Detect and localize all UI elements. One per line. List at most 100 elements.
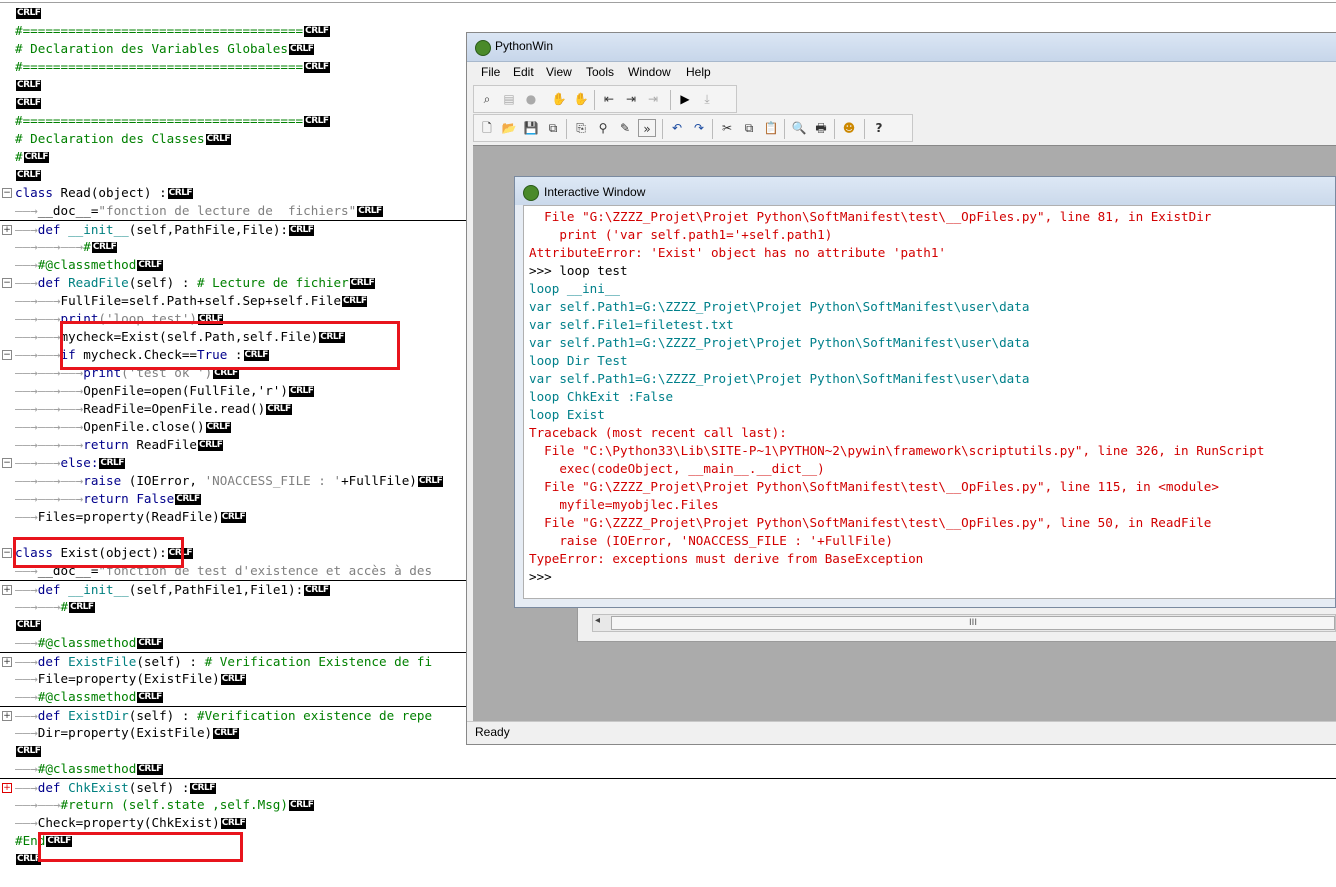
code-line[interactable]: + ——→def ChkExist(self) : CRLF [0, 778, 1336, 796]
step-over-icon[interactable]: ⇥ [622, 90, 640, 108]
status-bar: Ready [467, 721, 1336, 744]
horizontal-scrollbar[interactable]: ◂ III [592, 614, 1336, 632]
toolbar-separator [594, 90, 595, 110]
step-out-icon[interactable]: ⇥ [644, 90, 662, 108]
code-line-text: ——→——→# CRLF [15, 598, 95, 616]
fold-expand-icon[interactable]: + [2, 225, 12, 235]
crlf-marker: CRLF [137, 638, 163, 649]
code-token: #@classmethod [37, 689, 137, 704]
highlight-box-mycheck [60, 321, 400, 370]
output-line: raise (IOError, 'NOACCESS_FILE : '+FullF… [529, 533, 893, 548]
code-line-text: ——→__doc__="fonction de lecture de fichi… [15, 202, 383, 220]
crlf-marker: CRLF [175, 494, 201, 505]
menu-tools[interactable]: Tools [586, 65, 614, 79]
python-snake-icon [475, 40, 491, 56]
stack-icon[interactable]: ▤ [500, 90, 518, 108]
crlf-marker: CRLF [167, 188, 194, 199]
watch-icon[interactable]: ⌕ [478, 90, 496, 108]
new-file-icon[interactable]: 🗋 [478, 119, 496, 137]
code-token: __init__ [68, 222, 129, 237]
scrollbar-thumb[interactable]: III [611, 616, 1335, 630]
open-folder-icon[interactable]: 📂 [500, 119, 518, 137]
fold-expand-icon[interactable]: + [2, 657, 12, 667]
go-icon[interactable]: ▶ [676, 90, 694, 108]
breakpoint-icon[interactable]: ● [522, 90, 540, 108]
code-line[interactable]: ——→Check=property(ChkExist) CRLF [0, 814, 1336, 832]
help-icon[interactable]: ? [870, 119, 888, 137]
code-line-text: ——→——→——→# CRLF [15, 238, 118, 256]
find-icon[interactable]: ⚲ [594, 119, 612, 137]
interactive-window-titlebar[interactable]: Interactive Window [515, 177, 1335, 205]
copy-icon[interactable]: ⧉ [740, 119, 758, 137]
code-token: ——→——→ [15, 329, 61, 344]
code-line-text: ——→File=property(ExistFile) CRLF [15, 670, 247, 688]
code-token: OpenFile.close() [83, 419, 205, 434]
browser-icon[interactable]: ☻ [840, 119, 858, 137]
code-line[interactable]: ——→——→#return (self.state ,self.Msg) CRLF [0, 796, 1336, 814]
scroll-left-icon[interactable]: ◂ [595, 615, 600, 626]
crlf-marker: CRLF [220, 818, 247, 829]
undo-icon[interactable]: ↶ [668, 119, 686, 137]
code-token: (self,PathFile,File): [128, 222, 288, 237]
code-token: ——→——→——→ [15, 239, 84, 254]
code-token: __doc__= [37, 203, 99, 218]
crlf-marker: CRLF [99, 458, 125, 469]
code-token: return [83, 437, 137, 452]
code-line-text: ——→——→——→OpenFile.close() CRLF [15, 418, 231, 436]
save-icon[interactable]: 💾 [522, 119, 540, 137]
step-in-icon[interactable]: ⇤ [600, 90, 618, 108]
code-token: +FullFile) [341, 473, 417, 488]
fold-collapse-icon[interactable]: − [2, 188, 12, 198]
hand-icon[interactable]: ✋ [550, 90, 568, 108]
code-token: def [37, 654, 69, 669]
crlf-marker: CRLF [304, 116, 330, 127]
code-token: # [83, 239, 91, 254]
close-debugger-icon[interactable]: ⤓ [698, 90, 716, 108]
output-line: var self.Path1=G:\ZZZZ_Projet\Projet Pyt… [529, 299, 1030, 314]
toolbar-separator [712, 119, 713, 139]
output-line: File "G:\ZZZZ_Projet\Projet Python\SoftM… [529, 209, 1212, 224]
paste-icon[interactable]: 📋 [762, 119, 780, 137]
background-editor-window[interactable]: ◂ III [577, 608, 1336, 642]
fold-expand-icon[interactable]: + [2, 783, 12, 793]
save-all-icon[interactable]: ⧉ [544, 119, 562, 137]
code-token: # [60, 599, 69, 614]
fold-collapse-icon[interactable]: − [2, 350, 12, 360]
fold-collapse-icon[interactable]: − [2, 278, 12, 288]
code-line-text: class Read(object) : CRLF [15, 184, 194, 202]
menu-help[interactable]: Help [686, 65, 711, 79]
code-token: ——→ [15, 761, 38, 776]
redo-icon[interactable]: ↷ [690, 119, 708, 137]
pythonwin-titlebar[interactable]: PythonWin [467, 33, 1336, 62]
code-token: ——→——→ [15, 455, 61, 470]
code-token: ——→——→——→ [15, 419, 84, 434]
code-token: def [37, 582, 69, 597]
print-preview-icon[interactable]: 🔍 [790, 119, 808, 137]
code-token: OpenFile=open(FullFile,'r') [83, 383, 288, 398]
code-token: class [15, 185, 61, 200]
crlf-marker: CRLF [220, 674, 247, 685]
code-token: 'NOACCESS_FILE : ' [204, 473, 342, 488]
fold-expand-icon[interactable]: + [2, 711, 12, 721]
code-token: (self) : [128, 708, 198, 723]
interactive-window[interactable]: Interactive Window File "G:\ZZZZ_Projet\… [514, 176, 1336, 608]
menu-edit[interactable]: Edit [513, 65, 534, 79]
menu-file[interactable]: File [481, 65, 500, 79]
clear-breakpoints-icon[interactable]: ✋ [572, 90, 590, 108]
output-line: >>> loop test [529, 263, 628, 278]
more-icon[interactable]: » [638, 119, 656, 137]
fold-collapse-icon[interactable]: − [2, 458, 12, 468]
menu-window[interactable]: Window [628, 65, 671, 79]
fold-expand-icon[interactable]: + [2, 585, 12, 595]
cut-icon[interactable]: ✂ [718, 119, 736, 137]
crlf-marker: CRLF [137, 692, 163, 703]
edit-icon[interactable]: ✎ [616, 119, 634, 137]
code-line[interactable]: CRLF [0, 4, 1336, 22]
fold-collapse-icon[interactable]: − [2, 548, 12, 558]
copy-path-icon[interactable]: ⎘ [572, 119, 590, 137]
interactive-output[interactable]: File "G:\ZZZZ_Projet\Projet Python\SoftM… [523, 205, 1335, 599]
menu-view[interactable]: View [546, 65, 572, 79]
print-icon[interactable]: 🖶 [812, 119, 830, 137]
code-token: ——→ [15, 257, 38, 272]
code-line[interactable]: ——→#@classmethod CRLF [0, 760, 1336, 778]
